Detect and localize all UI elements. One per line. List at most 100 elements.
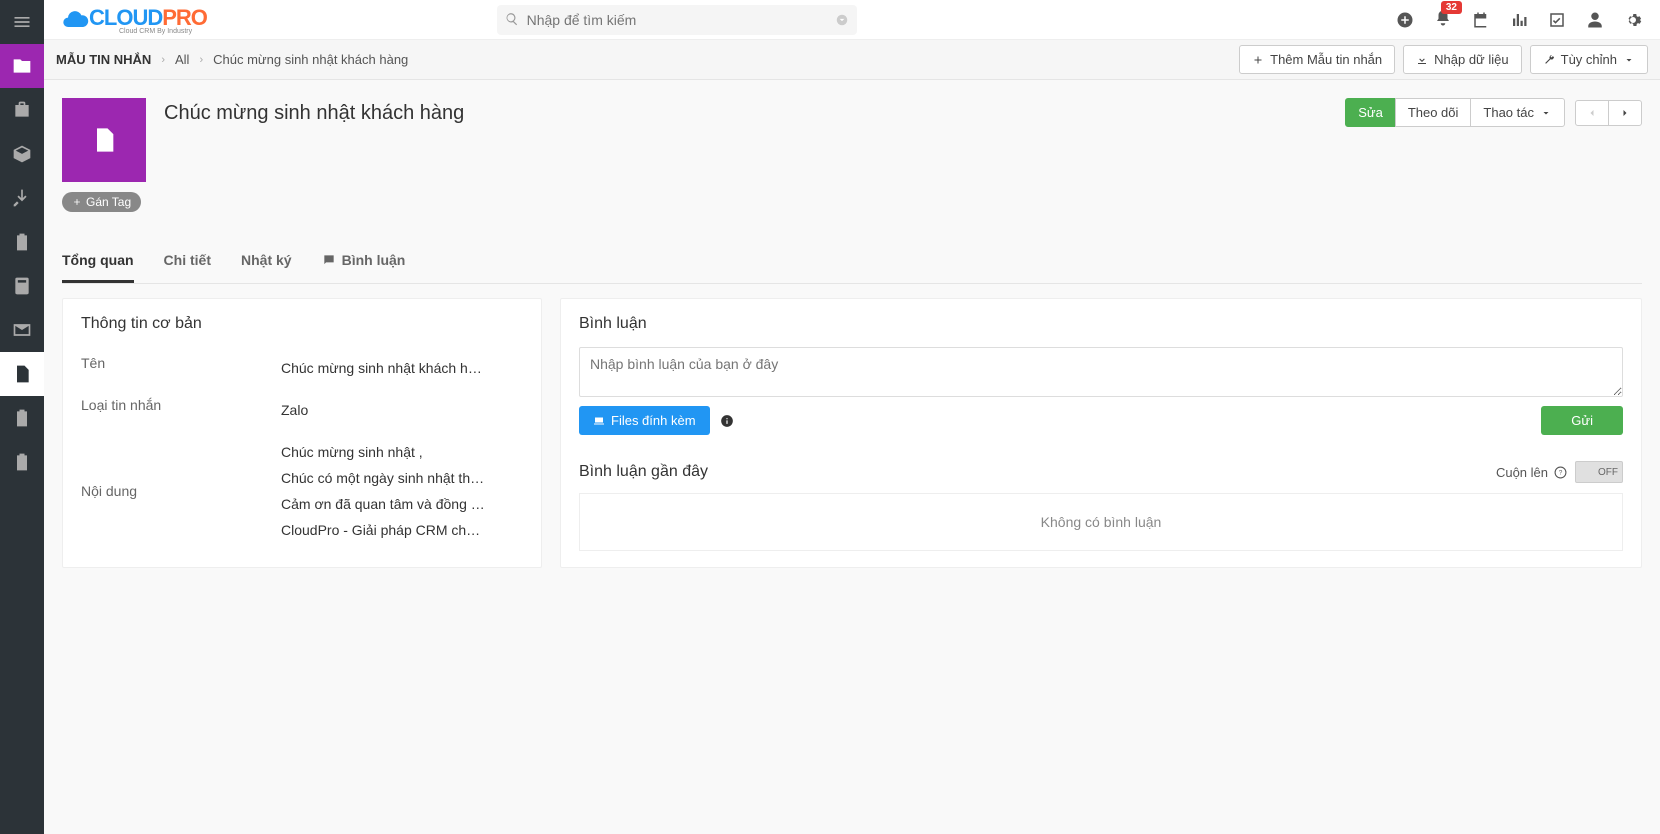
customize-label: Tùy chỉnh — [1561, 52, 1617, 67]
import-data-button[interactable]: Nhập dữ liệu — [1403, 45, 1521, 74]
calendar-icon[interactable] — [1472, 11, 1490, 29]
comments-toggle[interactable]: OFF — [1575, 461, 1623, 483]
name-value: Chúc mừng sinh nhật khách h… — [281, 355, 523, 381]
info-row-type: Loại tin nhắn Zalo — [81, 389, 523, 431]
record-actions: Sửa Theo dõi Thao tác — [1345, 98, 1642, 127]
add-template-button[interactable]: Thêm Mẫu tin nhắn — [1239, 45, 1395, 74]
basic-info-title: Thông tin cơ bản — [81, 315, 523, 333]
sidebar-item-hand[interactable] — [0, 176, 44, 220]
calculator-icon — [12, 276, 32, 296]
notifications[interactable]: 32 — [1434, 9, 1452, 30]
toggle-label: OFF — [1598, 467, 1618, 478]
sidebar-item-mail[interactable] — [0, 308, 44, 352]
search-container — [497, 5, 857, 35]
comment-textarea[interactable] — [579, 347, 1623, 397]
logo[interactable]: CLOUDPRO Cloud CRM By Industry — [61, 5, 207, 35]
scroll-up-label: Cuộn lên ? — [1496, 465, 1567, 480]
name-label: Tên — [81, 355, 281, 381]
edit-button[interactable]: Sửa — [1345, 98, 1396, 127]
prev-record-button[interactable] — [1575, 100, 1609, 126]
logo-text-pro: PRO — [162, 5, 207, 30]
comment-icon — [322, 253, 336, 267]
folder-icon — [12, 56, 32, 76]
tabs: Tổng quan Chi tiết Nhật ký Bình luận — [62, 240, 1642, 284]
sidebar-item-template-active[interactable] — [0, 352, 44, 396]
assign-tag-button[interactable]: Gán Tag — [62, 192, 141, 212]
download-icon — [1416, 54, 1428, 66]
search-icon — [505, 12, 519, 26]
assign-tag-label: Gán Tag — [86, 195, 131, 209]
breadcrumb-bar: MẪU TIN NHẮN › All › Chúc mừng sinh nhật… — [44, 40, 1660, 80]
mail-icon — [12, 320, 32, 340]
content: Chúc mừng sinh nhật khách hàng Gán Tag S… — [44, 80, 1660, 586]
breadcrumb-current: Chúc mừng sinh nhật khách hàng — [213, 52, 408, 67]
content-line: Chúc mừng sinh nhật , — [281, 439, 523, 465]
left-sidebar — [0, 0, 44, 834]
type-label: Loại tin nhắn — [81, 397, 281, 423]
customize-button[interactable]: Tùy chỉnh — [1530, 45, 1648, 74]
breadcrumb-root[interactable]: MẪU TIN NHẮN — [56, 52, 151, 67]
content-value: Chúc mừng sinh nhật , Chúc có một ngày s… — [281, 439, 523, 543]
tab-comments-label: Bình luận — [342, 252, 406, 268]
attach-files-button[interactable]: Files đính kèm — [579, 406, 710, 435]
sidebar-item-folder[interactable] — [0, 44, 44, 88]
comment-actions: Files đính kèm Gửi — [579, 406, 1623, 435]
scroll-up-text: Cuộn lên — [1496, 465, 1548, 480]
tab-detail[interactable]: Chi tiết — [164, 240, 211, 283]
add-circle-icon[interactable] — [1396, 11, 1414, 29]
follow-button[interactable]: Theo dõi — [1395, 98, 1472, 127]
basic-info-panel: Thông tin cơ bản Tên Chúc mừng sinh nhật… — [62, 298, 542, 568]
import-data-label: Nhập dữ liệu — [1434, 52, 1508, 67]
sidebar-item-clipboard1[interactable] — [0, 220, 44, 264]
search-input[interactable] — [497, 5, 857, 35]
recent-comments-header: Bình luận gần đây Cuộn lên ? OFF — [579, 461, 1623, 483]
tab-log[interactable]: Nhật ký — [241, 240, 292, 283]
sidebar-item-box[interactable] — [0, 132, 44, 176]
content-label: Nội dung — [81, 483, 281, 499]
app-root: CLOUDPRO Cloud CRM By Industry 32 — [0, 0, 1660, 834]
sidebar-item-clipboard3[interactable] — [0, 440, 44, 484]
briefcase-icon — [12, 100, 32, 120]
next-record-button[interactable] — [1608, 100, 1642, 126]
checkbox-icon[interactable] — [1548, 11, 1566, 29]
info-row-name: Tên Chúc mừng sinh nhật khách h… — [81, 347, 523, 389]
logo-text-cloud: CLOUD — [89, 5, 162, 30]
topbar-icons: 32 — [1396, 9, 1648, 30]
recent-comments-title: Bình luận gần đây — [579, 463, 708, 481]
chevron-right-icon — [1619, 107, 1631, 119]
clipboard-icon — [12, 452, 32, 472]
chevron-left-icon — [1586, 107, 1598, 119]
chart-icon[interactable] — [1510, 11, 1528, 29]
tab-comments[interactable]: Bình luận — [322, 240, 406, 283]
record-icon — [62, 98, 146, 182]
breadcrumb-all[interactable]: All — [175, 52, 189, 67]
menu-toggle[interactable] — [0, 0, 44, 44]
chevron-right-icon: › — [161, 54, 165, 66]
info-icon[interactable] — [720, 414, 734, 428]
user-icon[interactable] — [1586, 11, 1604, 29]
notification-badge: 32 — [1441, 1, 1462, 14]
laptop-icon — [593, 415, 605, 427]
breadcrumb: MẪU TIN NHẮN › All › Chúc mừng sinh nhật… — [56, 52, 1239, 67]
topbar: CLOUDPRO Cloud CRM By Industry 32 — [44, 0, 1660, 40]
cloud-logo-icon — [61, 6, 89, 34]
clipboard-icon — [12, 408, 32, 428]
chevron-down-icon[interactable] — [835, 13, 849, 27]
hamburger-icon — [12, 12, 32, 32]
caret-down-icon — [1623, 54, 1635, 66]
attach-files-label: Files đính kèm — [611, 413, 696, 428]
actions-dropdown-button[interactable]: Thao tác — [1470, 98, 1565, 127]
send-button[interactable]: Gửi — [1541, 406, 1623, 435]
action-button-group: Sửa Theo dõi Thao tác — [1345, 98, 1565, 127]
hand-icon — [12, 188, 32, 208]
tab-overview[interactable]: Tổng quan — [62, 240, 134, 283]
content-line: CloudPro - Giải pháp CRM ch… — [281, 517, 523, 543]
document-icon — [90, 126, 118, 154]
sidebar-item-briefcase[interactable] — [0, 88, 44, 132]
comments-title: Bình luận — [579, 315, 1623, 333]
gear-icon[interactable] — [1624, 11, 1642, 29]
add-template-label: Thêm Mẫu tin nhắn — [1270, 52, 1382, 67]
help-icon[interactable]: ? — [1554, 466, 1567, 479]
sidebar-item-clipboard2[interactable] — [0, 396, 44, 440]
sidebar-item-calc[interactable] — [0, 264, 44, 308]
